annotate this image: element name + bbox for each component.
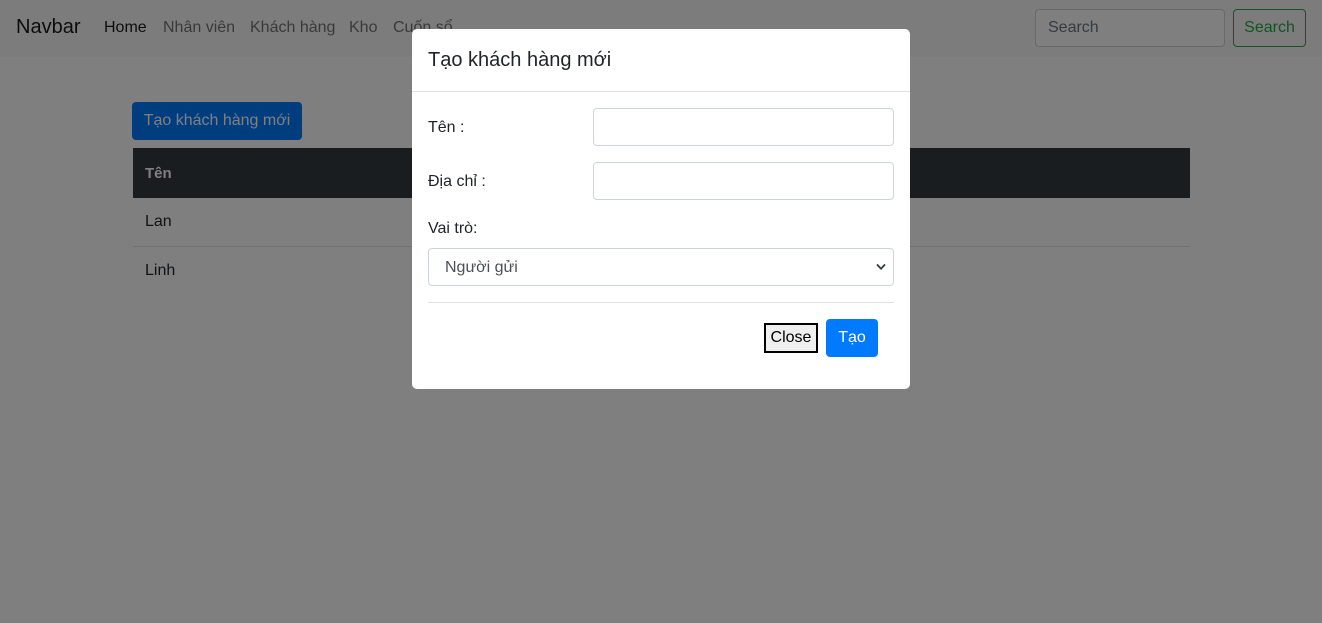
- modal-title: Tạo khách hàng mới: [428, 49, 612, 71]
- modal-header: Tạo khách hàng mới: [412, 29, 910, 92]
- role-select[interactable]: Người gửi: [428, 248, 894, 286]
- name-field[interactable]: [593, 108, 894, 146]
- modal-footer-divider: [428, 302, 894, 303]
- address-field[interactable]: [593, 162, 894, 200]
- role-select-value: Người gửi: [445, 259, 518, 276]
- role-label: Vai trò:: [428, 220, 478, 237]
- address-label: Địa chỉ :: [428, 173, 486, 190]
- chevron-down-icon: [876, 264, 886, 270]
- close-button[interactable]: Close: [764, 323, 818, 353]
- name-label: Tên :: [428, 119, 465, 136]
- submit-button[interactable]: Tạo: [826, 319, 878, 357]
- create-customer-modal: Tạo khách hàng mới Tên : Địa chỉ : Vai t…: [412, 29, 910, 389]
